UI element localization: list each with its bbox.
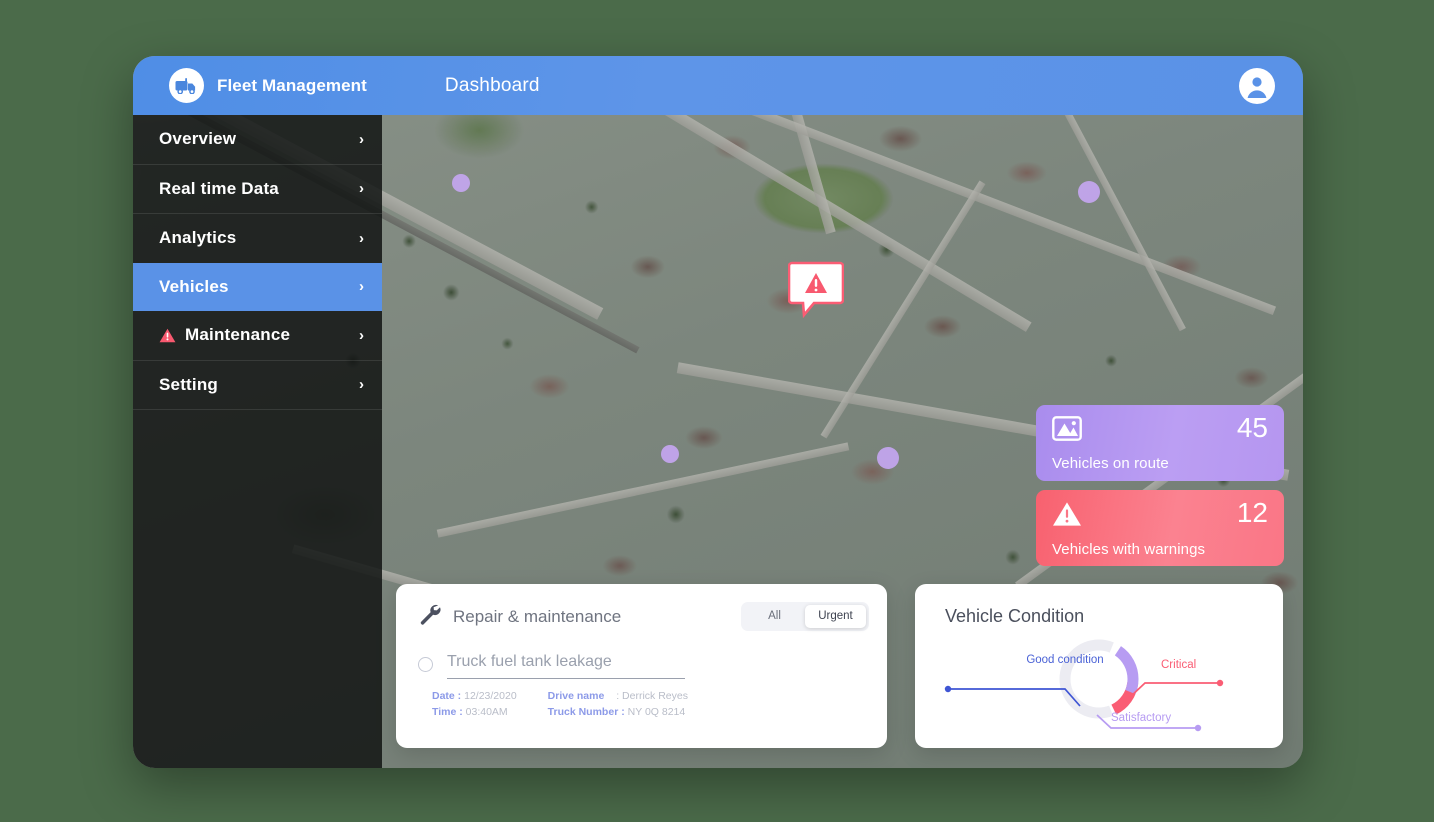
divider <box>133 409 382 410</box>
callout-line-good-condition <box>949 688 1081 707</box>
meta-col-left: Date : 12/23/2020 Time : 03:40AM <box>432 690 517 718</box>
meta-time: Time : 03:40AM <box>432 706 517 718</box>
stat-card-vehicles-on-route[interactable]: 45 Vehicles on route <box>1036 405 1284 481</box>
panel-title: Vehicle Condition <box>945 606 1085 626</box>
chevron-right-icon: › <box>359 326 364 344</box>
stat-card-vehicles-with-warnings[interactable]: 12 Vehicles with warnings <box>1036 490 1284 566</box>
chevron-right-icon: › <box>359 180 364 198</box>
app-window: Overview › Real time Data › Analytics › … <box>133 56 1303 768</box>
meta-value: 03:40AM <box>465 706 508 718</box>
truck-logo-icon[interactable] <box>169 68 204 103</box>
chart-label-critical: Critical <box>1161 659 1197 671</box>
wrench-icon <box>418 602 442 631</box>
meta-value: : Derrick Reyes <box>616 690 688 702</box>
meta-key: Truck Number : <box>547 706 625 718</box>
sidebar-item-label: Real time Data <box>159 178 279 198</box>
task-radio-icon[interactable] <box>418 657 433 672</box>
user-avatar-icon[interactable] <box>1239 67 1275 104</box>
warning-triangle-icon <box>1052 501 1082 532</box>
vehicle-marker[interactable] <box>452 174 470 192</box>
meta-col-right: Drive name : Derrick Reyes Truck Number … <box>548 690 688 718</box>
warning-triangle-icon <box>787 261 845 319</box>
task-title: Truck fuel tank leakage <box>447 653 685 679</box>
sidebar-item-label: Analytics <box>159 228 237 248</box>
top-header: Fleet Management Dashboard <box>133 56 1303 115</box>
donut-chart-svg <box>944 639 1224 732</box>
filter-option-urgent[interactable]: Urgent <box>805 605 866 628</box>
sidebar-item-analytics[interactable]: Analytics › <box>133 214 382 263</box>
meta-key: Date : <box>432 690 462 702</box>
chevron-right-icon: › <box>359 376 364 394</box>
sidebar-item-label: Overview <box>159 129 237 149</box>
chevron-right-icon: › <box>359 278 364 296</box>
vehicle-marker[interactable] <box>877 447 899 469</box>
vehicle-marker[interactable] <box>661 445 679 463</box>
sidebar-item-setting[interactable]: Setting › <box>133 361 382 410</box>
callout-line-critical <box>1128 682 1219 699</box>
filter-toggle[interactable]: All Urgent <box>741 602 869 631</box>
brand-title: Fleet Management <box>217 75 367 95</box>
chevron-right-icon: › <box>359 130 364 148</box>
sidebar-item-maintenance[interactable]: Maintenance › <box>133 311 382 360</box>
page-title: Dashboard <box>444 74 540 96</box>
sidebar-item-label: Maintenance <box>185 325 291 345</box>
warning-triangle-icon <box>159 328 176 343</box>
repair-list-item[interactable]: Truck fuel tank leakage <box>396 631 887 679</box>
stat-label: Vehicles on route <box>1052 455 1169 472</box>
image-route-icon <box>1052 416 1082 446</box>
sidebar-item-overview[interactable]: Overview › <box>133 115 382 164</box>
chart-label-good-condition: Good condition <box>1026 654 1104 666</box>
donut-chart: Good condition Critical Satisfactory <box>915 627 1283 739</box>
filter-option-all[interactable]: All <box>744 605 805 628</box>
sidebar-item-label: Vehicles <box>159 276 229 296</box>
repair-maintenance-panel: Repair & maintenance All Urgent Truck fu… <box>396 584 887 748</box>
vehicle-condition-panel: Vehicle Condition Good condition Critica… <box>915 584 1283 748</box>
sidebar-item-vehicles[interactable]: Vehicles › <box>133 262 382 311</box>
callout-dot-good-condition <box>944 685 952 693</box>
vehicle-marker[interactable] <box>1078 181 1100 203</box>
panel-title: Repair & maintenance <box>453 606 622 626</box>
meta-truck: Truck Number : NY 0Q 8214 <box>548 706 688 718</box>
task-meta: Date : 12/23/2020 Time : 03:40AM Drive n… <box>432 690 887 718</box>
chevron-right-icon: › <box>359 229 364 247</box>
sidebar-nav: Overview › Real time Data › Analytics › … <box>133 115 382 768</box>
stat-value: 45 <box>1236 412 1268 443</box>
meta-key: Time : <box>432 706 463 718</box>
panel-header: Repair & maintenance All Urgent <box>396 584 887 631</box>
meta-date: Date : 12/23/2020 <box>432 690 517 702</box>
stat-value: 12 <box>1236 497 1268 528</box>
sidebar-item-real-time-data[interactable]: Real time Data › <box>133 165 382 214</box>
meta-key: Drive name <box>547 690 605 702</box>
callout-dot-satisfactory <box>1194 724 1202 732</box>
sidebar-item-label: Setting <box>159 374 219 394</box>
stat-label: Vehicles with warnings <box>1052 541 1206 558</box>
meta-value: 12/23/2020 <box>464 690 517 702</box>
map-alert-marker[interactable] <box>787 260 845 323</box>
meta-value: NY 0Q 8214 <box>627 706 686 718</box>
callout-dot-critical <box>1216 679 1224 687</box>
chart-label-satisfactory: Satisfactory <box>1111 712 1172 724</box>
meta-driver: Drive name : Derrick Reyes <box>548 690 688 702</box>
